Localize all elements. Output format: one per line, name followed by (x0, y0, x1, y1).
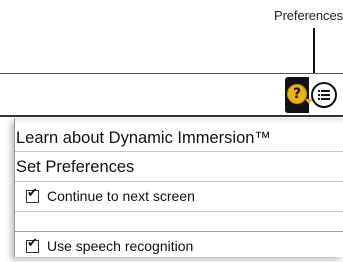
continue-checkbox[interactable]: ✔ (26, 186, 39, 203)
menu-item-continue-to-next-screen[interactable]: ✔ Continue to next screen (15, 182, 343, 212)
checkmark-icon: ✔ (27, 186, 38, 201)
list-menu-icon (318, 90, 330, 100)
preferences-dropdown-menu: Learn about Dynamic Immersion™ Set Prefe… (14, 118, 343, 257)
menu-item-label: Set Preferences (16, 158, 135, 176)
checkmark-icon: ✔ (27, 236, 38, 251)
help-question-icon: ? (287, 84, 307, 104)
callout-line (313, 28, 315, 78)
menu-item-label: Use speech recognition (47, 238, 194, 254)
menu-item-learn-dynamic-immersion[interactable]: Learn about Dynamic Immersion™ (15, 120, 343, 152)
preferences-button[interactable] (311, 82, 337, 108)
preferences-callout-label: Preferences (274, 8, 343, 23)
speech-recognition-checkbox[interactable]: ✔ (26, 236, 39, 253)
menu-item-use-speech-recognition[interactable]: ✔ Use speech recognition (15, 232, 343, 262)
menu-item-label: Continue to next screen (47, 188, 195, 204)
menu-item-set-preferences[interactable]: Set Preferences (15, 152, 343, 182)
menu-item-label: Learn about Dynamic Immersion™ (16, 129, 271, 147)
help-button[interactable]: ? (285, 77, 313, 113)
menu-divider (15, 212, 343, 232)
